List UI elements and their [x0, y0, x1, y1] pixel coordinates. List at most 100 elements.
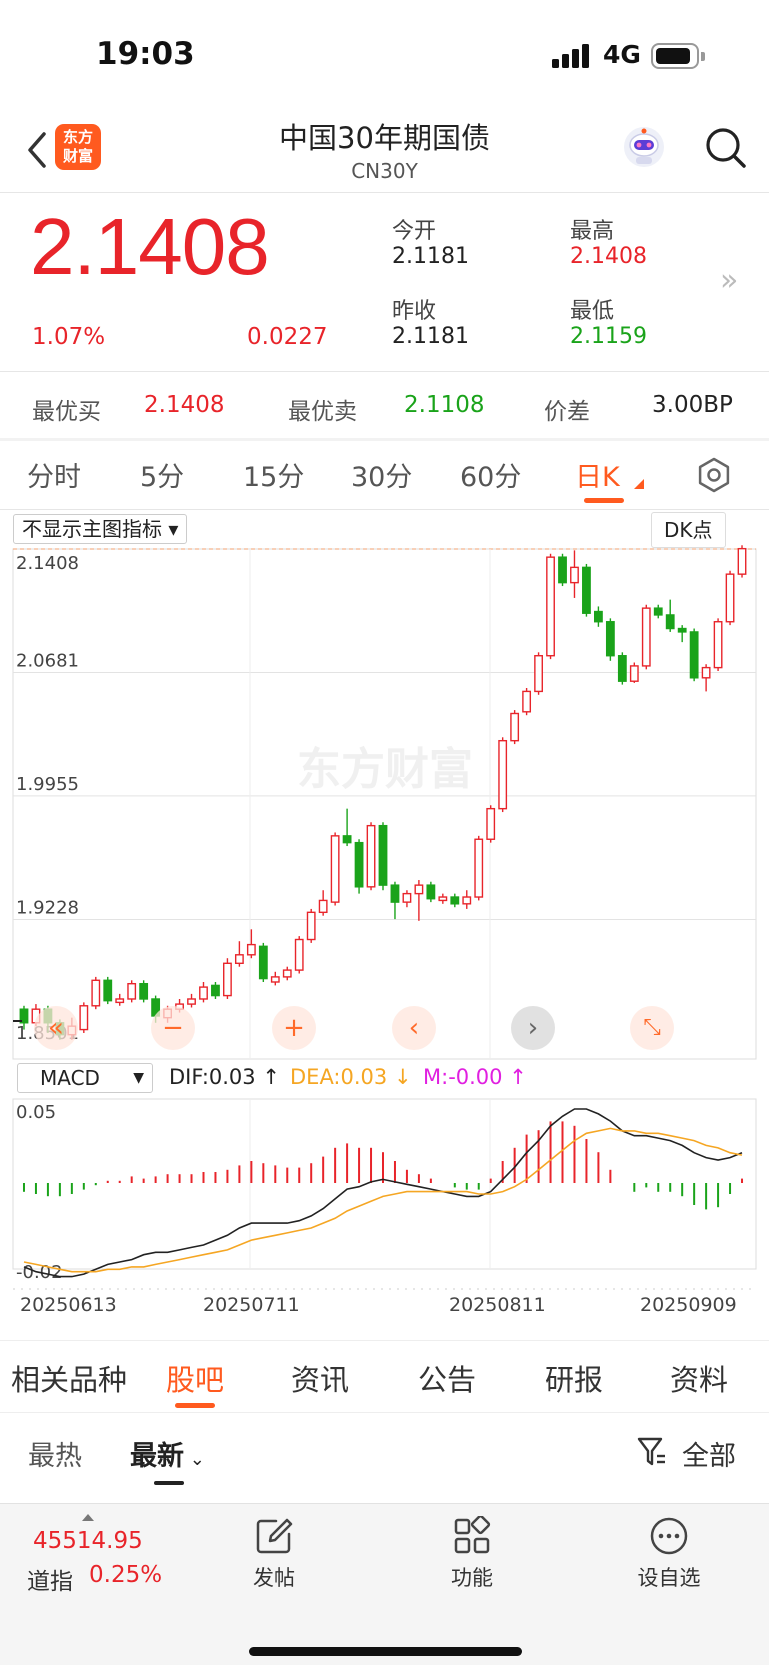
- candle-body: [594, 610, 603, 623]
- y-tick-label: 2.0681: [16, 651, 79, 672]
- bottom-bar: 45514.95 道指 0.25% 发帖 功能 设自选: [0, 1503, 769, 1665]
- tab-5min[interactable]: 5分: [140, 455, 184, 494]
- tab-announcements[interactable]: 公告: [418, 1357, 476, 1399]
- filter-icon[interactable]: [637, 1436, 667, 1468]
- change-amount: 0.0227: [247, 324, 328, 350]
- section-tabs: 相关品种 股吧 资讯 公告 研报 资料: [0, 1340, 769, 1410]
- candle-body: [570, 566, 579, 584]
- filter-all[interactable]: 全部: [682, 1434, 736, 1473]
- candle-body: [390, 884, 400, 903]
- macd-top-tick: 0.05: [16, 1102, 56, 1123]
- candle-body: [366, 824, 376, 888]
- index-name[interactable]: 道指: [27, 1562, 73, 1596]
- active-tab-indicator: [584, 498, 624, 503]
- high-label: 最高: [570, 219, 615, 244]
- sub-indicator-select[interactable]: MACD ▼: [17, 1063, 153, 1093]
- grid-icon: [454, 1516, 491, 1554]
- prev-close-label: 昨收: [392, 299, 437, 324]
- post-button[interactable]: 发帖: [224, 1516, 324, 1592]
- candle-body: [582, 566, 591, 614]
- ask-value: 2.1108: [404, 392, 485, 418]
- candle-body: [546, 556, 555, 657]
- best-bid-ask: 最优买 2.1408 最优卖 2.1108 价差 3.00BP: [0, 372, 769, 438]
- zoom-in-icon[interactable]: +: [272, 1006, 316, 1050]
- scroll-start-icon[interactable]: «: [34, 1006, 78, 1050]
- x-tick-label: 20250711: [203, 1294, 300, 1316]
- candle-body: [354, 841, 364, 888]
- battery-icon: [651, 43, 699, 69]
- candle-body: [462, 896, 472, 905]
- candle-body: [270, 976, 280, 983]
- add-watchlist-button[interactable]: 设自选: [619, 1516, 719, 1592]
- expand-up-icon[interactable]: [82, 1514, 94, 1521]
- functions-button[interactable]: 功能: [422, 1516, 522, 1592]
- prev-close-value: 2.1181: [392, 324, 469, 349]
- candle-body: [402, 892, 412, 903]
- kline-macd-chart[interactable]: 东方财富2.14082.06811.99551.92281.85010.05-0…: [0, 509, 769, 1339]
- dea-line: [23, 1127, 743, 1273]
- x-tick-label: 20250909: [640, 1294, 737, 1316]
- candle-body: [330, 835, 340, 903]
- expand-more-icon[interactable]: »: [720, 263, 738, 298]
- tab-intraday[interactable]: 分时: [27, 455, 81, 494]
- index-change[interactable]: 0.25%: [89, 1562, 162, 1588]
- tab-30min[interactable]: 30分: [351, 455, 412, 494]
- candle-body: [211, 984, 220, 997]
- y-tick-label: 1.9228: [16, 897, 79, 918]
- robot-assistant-icon[interactable]: [621, 124, 667, 170]
- tab-related[interactable]: 相关品种: [11, 1357, 127, 1399]
- candle-body: [103, 979, 113, 1002]
- bid-value: 2.1408: [144, 392, 225, 418]
- zoom-out-icon[interactable]: −: [151, 1006, 195, 1050]
- tab-60min[interactable]: 60分: [460, 455, 521, 494]
- sort-active-indicator: [154, 1481, 184, 1485]
- tab-15min[interactable]: 15分: [243, 455, 304, 494]
- more-dots-icon: [650, 1517, 688, 1555]
- candle-body: [474, 838, 484, 898]
- high-value: 2.1408: [570, 244, 647, 269]
- dk-point-select[interactable]: DK点: [651, 512, 726, 548]
- tab-news[interactable]: 资讯: [291, 1357, 349, 1399]
- spread-value: 3.00BP: [652, 392, 733, 418]
- last-price: 2.1408: [30, 202, 270, 291]
- dif-legend: DIF:0.03 ↑: [169, 1065, 280, 1089]
- pan-right-icon[interactable]: ›: [511, 1006, 555, 1050]
- candle-body: [426, 884, 436, 900]
- battery-tip: [701, 52, 705, 61]
- index-value[interactable]: 45514.95: [33, 1528, 143, 1554]
- tab-profile[interactable]: 资料: [670, 1357, 728, 1399]
- y-tick-label: 2.1408: [16, 553, 79, 574]
- tab-research[interactable]: 研报: [545, 1357, 603, 1399]
- candle-body: [522, 690, 532, 713]
- sort-hot[interactable]: 最热: [28, 1434, 82, 1473]
- low-label: 最低: [570, 299, 615, 324]
- candle-body: [115, 998, 125, 1004]
- main-indicator-select[interactable]: 不显示主图指标 ▾: [13, 514, 188, 544]
- m-legend: M:-0.00 ↑: [423, 1065, 527, 1089]
- candle-body: [605, 621, 615, 657]
- candle-body: [342, 835, 352, 844]
- status-bar: 19:03 4G: [0, 0, 769, 110]
- active-section-indicator: [175, 1403, 215, 1408]
- ask-label: 最优卖: [288, 399, 357, 425]
- candle-body: [641, 607, 651, 667]
- candle-body: [127, 982, 137, 1000]
- candle-body: [246, 943, 256, 956]
- candle-body: [737, 547, 747, 575]
- gear-icon[interactable]: [696, 457, 732, 493]
- fullscreen-icon[interactable]: ⤡: [630, 1006, 674, 1050]
- dif-line: [23, 1108, 743, 1278]
- candle-body: [498, 739, 508, 810]
- pan-left-icon[interactable]: ‹: [392, 1006, 436, 1050]
- sort-latest[interactable]: 最新 ⌄: [130, 1434, 205, 1473]
- candle-body: [617, 655, 627, 682]
- tab-daily-k[interactable]: 日K: [575, 455, 620, 494]
- candle-body: [558, 556, 567, 584]
- open-label: 今开: [392, 219, 437, 244]
- low-value: 2.1159: [570, 324, 647, 349]
- edit-icon: [256, 1518, 293, 1554]
- home-indicator: [249, 1647, 522, 1656]
- tab-forum[interactable]: 股吧: [166, 1357, 224, 1399]
- candle-body: [306, 911, 316, 941]
- search-icon[interactable]: [704, 126, 748, 170]
